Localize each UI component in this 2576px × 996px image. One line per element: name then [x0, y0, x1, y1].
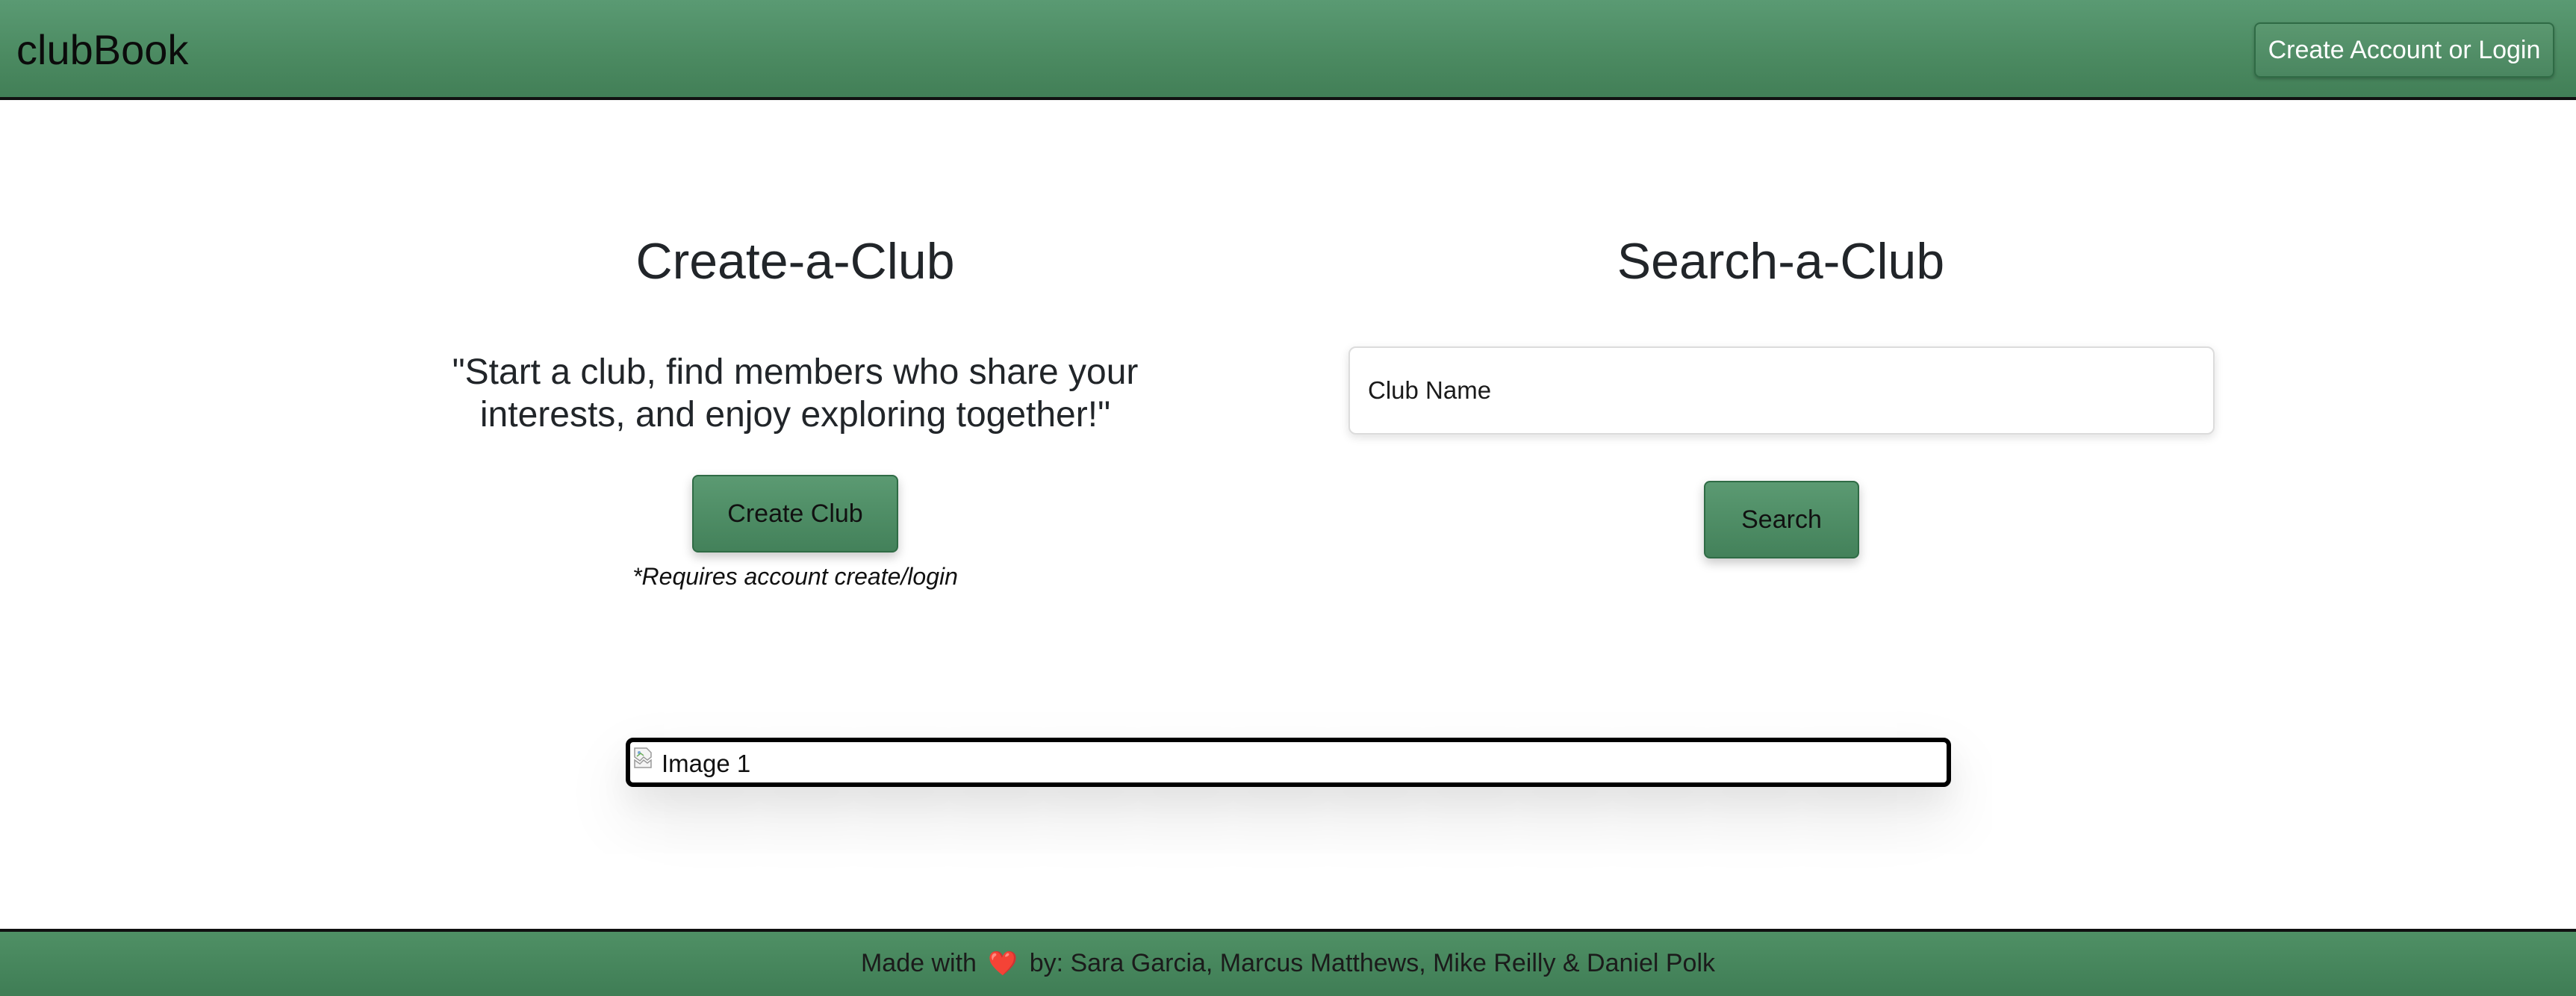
image-alt-text: Image 1 — [662, 750, 751, 777]
footer-credits: by: Sara Garcia, Marcus Matthews, Mike R… — [1029, 949, 1716, 977]
search-button[interactable]: Search — [1704, 481, 1859, 558]
footer-prefix: Made with — [860, 949, 977, 977]
image-container: Image 1 — [626, 738, 1951, 787]
search-club-heading: Search-a-Club — [1617, 233, 1945, 290]
tagline-line-2: interests, and enjoy exploring together!… — [479, 395, 1111, 435]
top-navbar: clubBook Create Account or Login — [0, 0, 2576, 100]
create-club-button[interactable]: Create Club — [692, 475, 898, 553]
create-club-tagline: "Start a club, find members who share yo… — [422, 351, 1169, 436]
brand-logo[interactable]: clubBook — [16, 24, 188, 76]
broken-image-icon — [634, 747, 652, 768]
create-club-heading: Create-a-Club — [635, 233, 955, 290]
club-name-search-input[interactable] — [1348, 346, 2215, 435]
footer: Made with ❤️ by: Sara Garcia, Marcus Mat… — [0, 929, 2576, 996]
requires-login-note: *Requires account create/login — [632, 563, 958, 590]
tagline-line-1: "Start a club, find members who share yo… — [452, 352, 1139, 392]
create-account-login-button[interactable]: Create Account or Login — [2254, 22, 2554, 78]
heart-icon: ❤️ — [988, 949, 1018, 977]
